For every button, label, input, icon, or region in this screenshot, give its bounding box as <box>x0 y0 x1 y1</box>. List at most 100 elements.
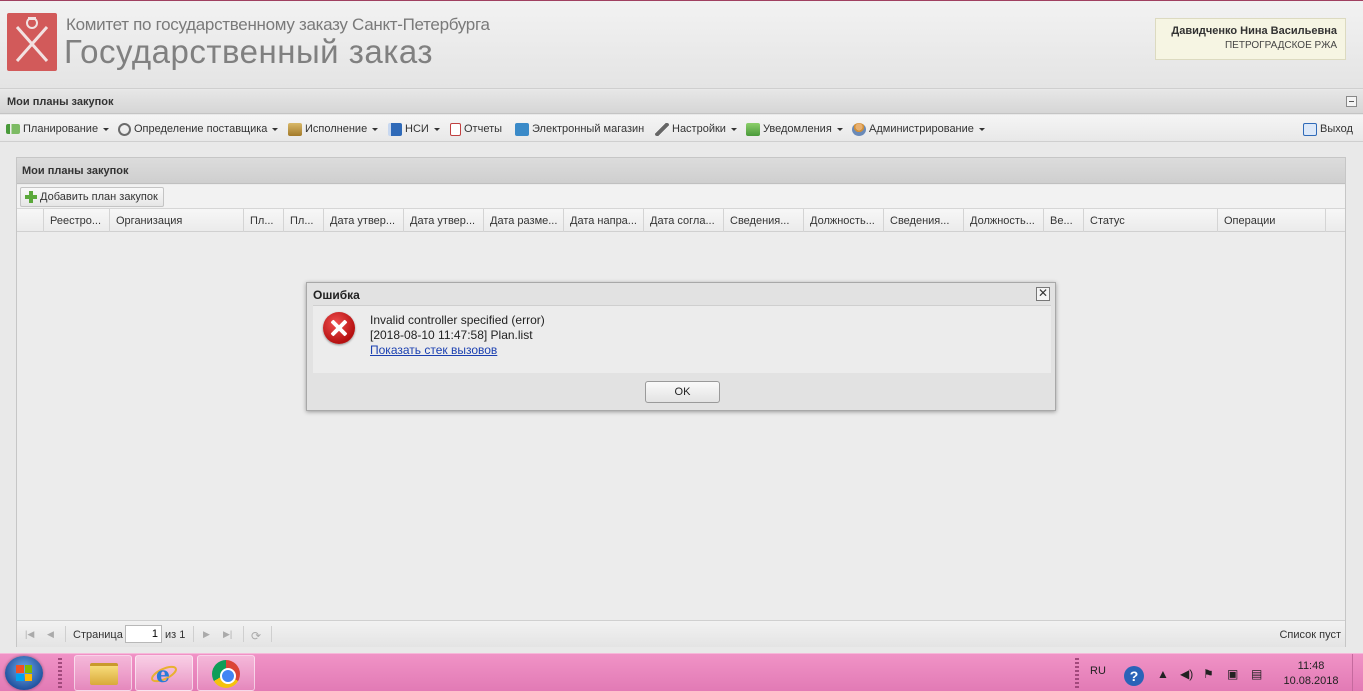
column-header[interactable]: Ве... <box>1044 209 1084 232</box>
show-stack-trace-link[interactable]: Показать стек вызовов <box>370 343 497 357</box>
menu-notifications[interactable]: Уведомления <box>746 121 843 137</box>
system-clock[interactable]: 11:48 10.08.2018 <box>1276 659 1346 689</box>
ok-button[interactable]: OK <box>645 381 720 403</box>
action-center-flag-icon[interactable]: ⚑ <box>1203 667 1214 681</box>
column-header[interactable]: Дата согла... <box>644 209 724 232</box>
menu-label: Определение поставщика <box>134 123 268 135</box>
planning-icon <box>6 124 20 134</box>
menu-e-shop[interactable]: Электронный магазин <box>515 121 644 137</box>
add-plan-button[interactable]: Добавить план закупок <box>20 187 164 207</box>
cart-icon <box>515 122 529 136</box>
start-button[interactable] <box>5 656 43 690</box>
first-page-icon[interactable]: |◀ <box>25 629 35 639</box>
user-name: Давидченко Нина Васильевна <box>1171 25 1337 37</box>
column-header[interactable]: Должность... <box>964 209 1044 232</box>
menu-execution[interactable]: Исполнение <box>288 121 379 137</box>
explorer-taskbar-button[interactable] <box>74 655 132 691</box>
gears-icon <box>118 122 131 136</box>
column-header[interactable]: Дата утвер... <box>324 209 404 232</box>
menu-label: Отчеты <box>464 123 503 135</box>
page-count-label: из 1 <box>165 629 186 641</box>
column-header[interactable]: Дата напра... <box>564 209 644 232</box>
main-menu: Планирование Определение поставщика Испо… <box>0 115 1363 142</box>
wrench-icon <box>655 122 669 136</box>
chrome-icon <box>212 660 240 688</box>
column-header[interactable]: Операции <box>1218 209 1326 232</box>
error-icon <box>323 312 355 344</box>
grid-header: Мои планы закупок <box>17 158 1345 184</box>
column-header[interactable]: Статус <box>1084 209 1218 232</box>
app-header: Комитет по государственному заказу Санкт… <box>0 0 1363 89</box>
notifications-icon <box>746 122 760 136</box>
column-header[interactable]: Сведения... <box>884 209 964 232</box>
error-message-line: Invalid controller specified (error) <box>370 313 545 327</box>
column-headers: Реестро... Организация Пл... Пл... Дата … <box>17 209 1345 232</box>
menu-reports[interactable]: Отчеты <box>450 121 502 137</box>
report-icon <box>450 122 461 136</box>
menu-label: Исполнение <box>305 123 368 135</box>
plus-icon <box>24 190 38 204</box>
chevron-down-icon <box>978 127 985 131</box>
panel-title: Мои планы закупок <box>7 96 114 108</box>
dialog-title: Ошибка <box>313 288 360 302</box>
menu-label: Уведомления <box>763 123 832 135</box>
grid-toolbar: Добавить план закупок <box>17 185 1345 209</box>
error-message: Invalid controller specified (error) [20… <box>370 313 545 358</box>
grid-title: Мои планы закупок <box>22 165 129 177</box>
spb-coat-of-arms-logo <box>7 13 57 71</box>
book-icon <box>388 122 402 136</box>
prev-page-icon[interactable]: ◀ <box>47 629 57 639</box>
show-hidden-icons-icon[interactable]: ▲ <box>1157 667 1169 681</box>
error-dialog: Ошибка ✕ Invalid controller specified (e… <box>306 282 1056 411</box>
close-icon[interactable]: ✕ <box>1036 287 1050 301</box>
menu-settings[interactable]: Настройки <box>655 121 737 137</box>
network-icon[interactable]: ▤ <box>1251 667 1262 681</box>
next-page-icon[interactable]: ▶ <box>203 629 213 639</box>
menu-supplier-selection[interactable]: Определение поставщика <box>118 121 279 137</box>
refresh-icon[interactable]: ⟳ <box>251 629 261 643</box>
chevron-down-icon <box>103 127 110 131</box>
chevron-down-icon <box>836 127 843 131</box>
execution-icon <box>288 122 302 136</box>
column-header[interactable]: Пл... <box>244 209 284 232</box>
main-panel-bar: Мои планы закупок <box>0 90 1363 114</box>
column-header[interactable]: Дата утвер... <box>404 209 484 232</box>
menu-label: Планирование <box>23 123 99 135</box>
pager: |◀ ◀ Страница из 1 ▶ ▶| ⟳ Список пуст <box>17 620 1345 647</box>
svg-text:e: e <box>156 662 170 687</box>
usb-device-icon[interactable]: ▣ <box>1227 667 1238 681</box>
language-indicator[interactable]: RU <box>1090 665 1106 677</box>
user-info[interactable]: Давидченко Нина Васильевна ПЕТРОГРАДСКОЕ… <box>1155 18 1346 60</box>
taskbar-grip <box>58 658 62 688</box>
collapse-icon[interactable] <box>1346 96 1357 107</box>
ie-taskbar-button[interactable]: e <box>135 655 193 691</box>
column-header[interactable]: Пл... <box>284 209 324 232</box>
column-header[interactable]: Сведения... <box>724 209 804 232</box>
chevron-down-icon <box>433 127 440 131</box>
exit-label: Выход <box>1320 123 1353 135</box>
exit-icon <box>1303 122 1317 136</box>
pager-status: Список пуст <box>1279 629 1341 641</box>
exit-button[interactable]: Выход <box>1303 121 1353 137</box>
chevron-down-icon <box>372 127 379 131</box>
column-header[interactable]: Реестро... <box>44 209 110 232</box>
pager-divider <box>65 626 66 642</box>
column-header-checkbox[interactable] <box>17 209 44 232</box>
column-header[interactable]: Должность... <box>804 209 884 232</box>
menu-label: Администрирование <box>869 123 974 135</box>
menu-administration[interactable]: Администрирование <box>852 121 985 137</box>
menu-label: Настройки <box>672 123 726 135</box>
organization-name: Комитет по государственному заказу Санкт… <box>66 15 490 34</box>
last-page-icon[interactable]: ▶| <box>223 629 233 639</box>
chrome-taskbar-button[interactable] <box>197 655 255 691</box>
tray-grip <box>1075 658 1079 688</box>
column-header[interactable]: Дата разме... <box>484 209 564 232</box>
column-header[interactable]: Организация <box>110 209 244 232</box>
menu-reference-data[interactable]: НСИ <box>388 121 440 137</box>
menu-planning[interactable]: Планирование <box>6 121 110 137</box>
page-number-input[interactable] <box>125 625 162 643</box>
user-department: ПЕТРОГРАДСКОЕ РЖА <box>1224 40 1337 51</box>
show-desktop-button[interactable] <box>1352 654 1363 691</box>
volume-icon[interactable]: ◀) <box>1180 667 1193 681</box>
help-icon[interactable]: ? <box>1124 666 1144 686</box>
